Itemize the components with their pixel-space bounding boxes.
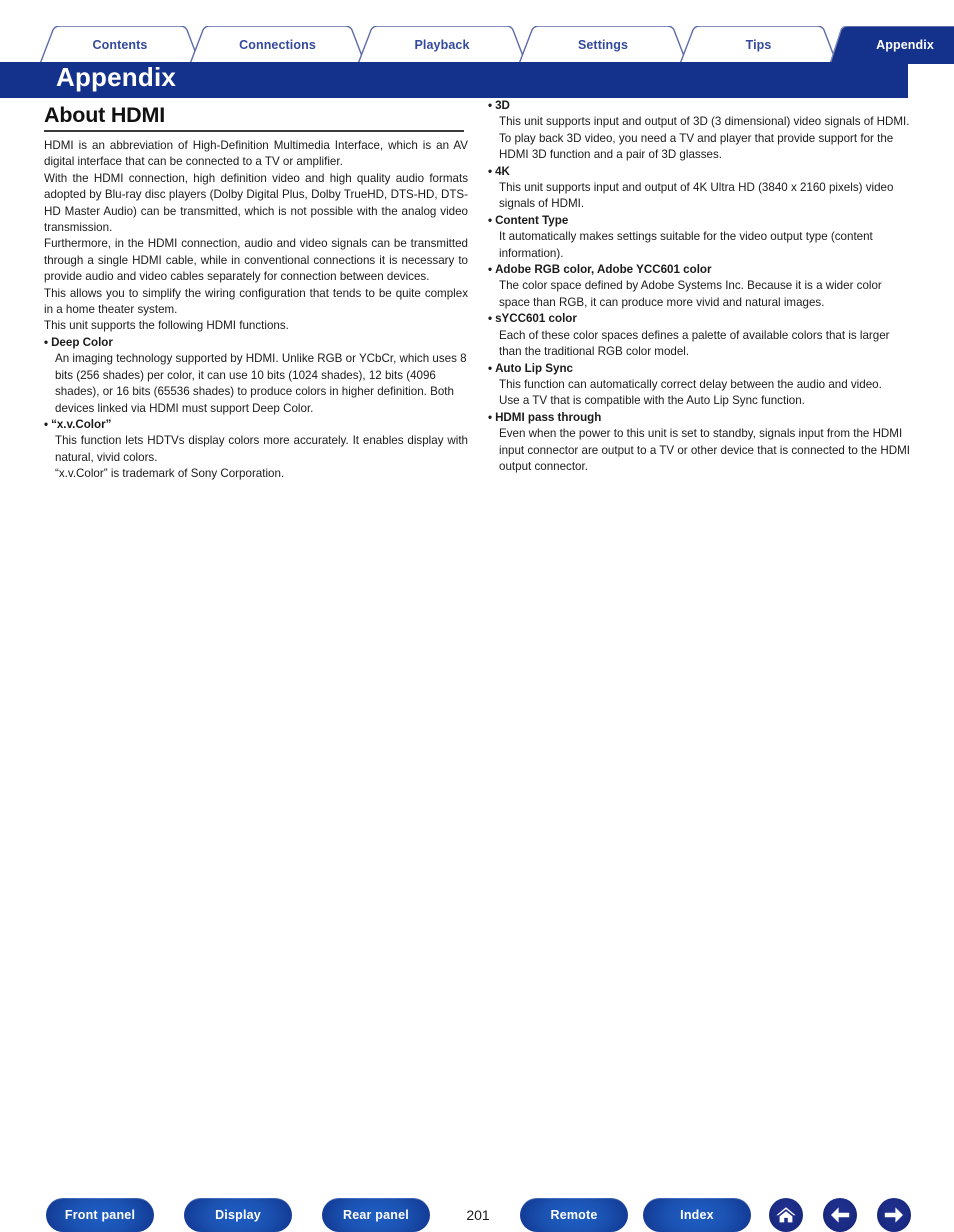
forward-button[interactable]: [877, 1198, 911, 1232]
arrow-left-icon: [831, 1207, 850, 1223]
bullet-body: An imaging technology supported by HDMI.…: [55, 352, 467, 415]
tab-appendix[interactable]: Appendix: [830, 26, 954, 64]
bullet-body: The color space defined by Adobe Systems…: [499, 279, 882, 309]
tab-contents-label: Contents: [92, 38, 148, 52]
paragraph: This unit supports the following HDMI fu…: [44, 319, 289, 333]
bullet-body: Each of these color spaces defines a pal…: [499, 328, 890, 359]
bullet-dot-icon: •: [488, 164, 493, 178]
bullet-heading: • Deep Color: [44, 335, 468, 351]
paragraph: HDMI is an abbreviation of High-Definiti…: [44, 139, 468, 169]
bullet-dot-icon: •: [44, 335, 49, 349]
bullet-dot-icon: •: [488, 99, 493, 112]
bullet-heading-label: HDMI pass through: [495, 410, 602, 424]
bullet-heading-label: Deep Color: [51, 335, 113, 349]
tab-connections-label: Connections: [239, 38, 316, 52]
index-button[interactable]: Index: [643, 1198, 751, 1232]
bullet-heading: • 3D: [488, 98, 912, 114]
bullet-body: This function can automatically correct …: [499, 377, 882, 391]
paragraph: This allows you to simplify the wiring c…: [44, 286, 468, 317]
remote-button[interactable]: Remote: [520, 1198, 628, 1232]
bullet-heading: • Adobe RGB color, Adobe YCC601 color: [488, 262, 912, 278]
bullet-body: This unit supports input and output of 4…: [499, 181, 894, 211]
page-number: 201: [466, 1207, 490, 1223]
section-heading: About HDMI: [44, 103, 165, 127]
title-band-corner-shape: [870, 62, 908, 98]
right-column: • 3D This unit supports input and output o…: [488, 98, 912, 475]
tab-playback[interactable]: Playback: [358, 26, 526, 64]
bullet-body: “x.v.Color” is trademark of Sony Corpora…: [55, 467, 285, 481]
bullet-heading-label: 3D: [495, 99, 510, 112]
bullet-body: To play back 3D video, you need a TV and…: [499, 131, 894, 162]
section-divider: [44, 130, 464, 132]
remote-button-label: Remote: [550, 1208, 598, 1222]
arrow-right-icon: [884, 1207, 903, 1223]
tab-appendix-label: Appendix: [876, 38, 934, 52]
bullet-heading-label: 4K: [495, 164, 510, 178]
page-header: Contents Connections Playback Settings T: [0, 0, 954, 98]
bullet-heading-label: Content Type: [495, 213, 569, 227]
display-button[interactable]: Display: [184, 1198, 292, 1232]
bullet-heading-label: Adobe RGB color, Adobe YCC601 color: [495, 263, 712, 277]
bullet-heading: • HDMI pass through: [488, 410, 912, 426]
front-panel-button-label: Front panel: [64, 1208, 136, 1222]
tab-connections[interactable]: Connections: [190, 26, 365, 64]
bullet-heading: • Content Type: [488, 213, 912, 229]
bullet-heading-label: sYCC601 color: [495, 312, 577, 326]
bullet-heading: • 4K: [488, 164, 912, 180]
home-icon: [776, 1207, 796, 1223]
bullet-dot-icon: •: [488, 213, 493, 227]
bullet-body: This unit supports input and output of 3…: [499, 115, 910, 129]
bullet-heading-label: Auto Lip Sync: [495, 361, 573, 375]
bullet-heading-label: “x.v.Color”: [51, 417, 112, 431]
bullet-heading: • “x.v.Color”: [44, 417, 468, 433]
page-footer: Front panel Display Rear panel 201 Remot…: [0, 588, 954, 1232]
bullet-body: Even when the power to this unit is set …: [499, 427, 910, 473]
paragraph: With the HDMI connection, high definitio…: [44, 171, 468, 235]
front-panel-button[interactable]: Front panel: [46, 1198, 154, 1232]
bullet-dot-icon: •: [488, 263, 493, 277]
display-button-label: Display: [215, 1208, 261, 1222]
page-title: Appendix: [56, 62, 177, 92]
tab-settings[interactable]: Settings: [519, 26, 687, 64]
paragraph: Furthermore, in the HDMI connection, aud…: [44, 237, 468, 284]
bullet-body: It automatically makes settings suitable…: [499, 230, 873, 260]
tab-settings-label: Settings: [577, 38, 629, 52]
bullet-body: Use a TV that is compatible with the Aut…: [499, 394, 805, 408]
tab-playback-label: Playback: [414, 38, 470, 52]
bullet-body: This function lets HDTVs display colors …: [55, 434, 468, 464]
left-column: HDMI is an abbreviation of High-Definiti…: [44, 138, 468, 483]
home-button[interactable]: [769, 1198, 803, 1232]
back-button[interactable]: [823, 1198, 857, 1232]
bullet-heading: • Auto Lip Sync: [488, 361, 912, 377]
title-band-corner: [870, 62, 910, 98]
bullet-dot-icon: •: [44, 417, 49, 431]
bullet-dot-icon: •: [488, 410, 493, 424]
bullet-dot-icon: •: [488, 361, 493, 375]
bullet-heading: • sYCC601 color: [488, 311, 912, 327]
tab-tips-label: Tips: [745, 38, 772, 52]
rear-panel-button-label: Rear panel: [343, 1208, 409, 1222]
bullet-dot-icon: •: [488, 312, 493, 326]
content-area: About HDMI HDMI is an abbreviation of Hi…: [0, 98, 954, 588]
index-button-label: Index: [680, 1208, 714, 1222]
tab-tips[interactable]: Tips: [680, 26, 837, 64]
rear-panel-button[interactable]: Rear panel: [322, 1198, 430, 1232]
